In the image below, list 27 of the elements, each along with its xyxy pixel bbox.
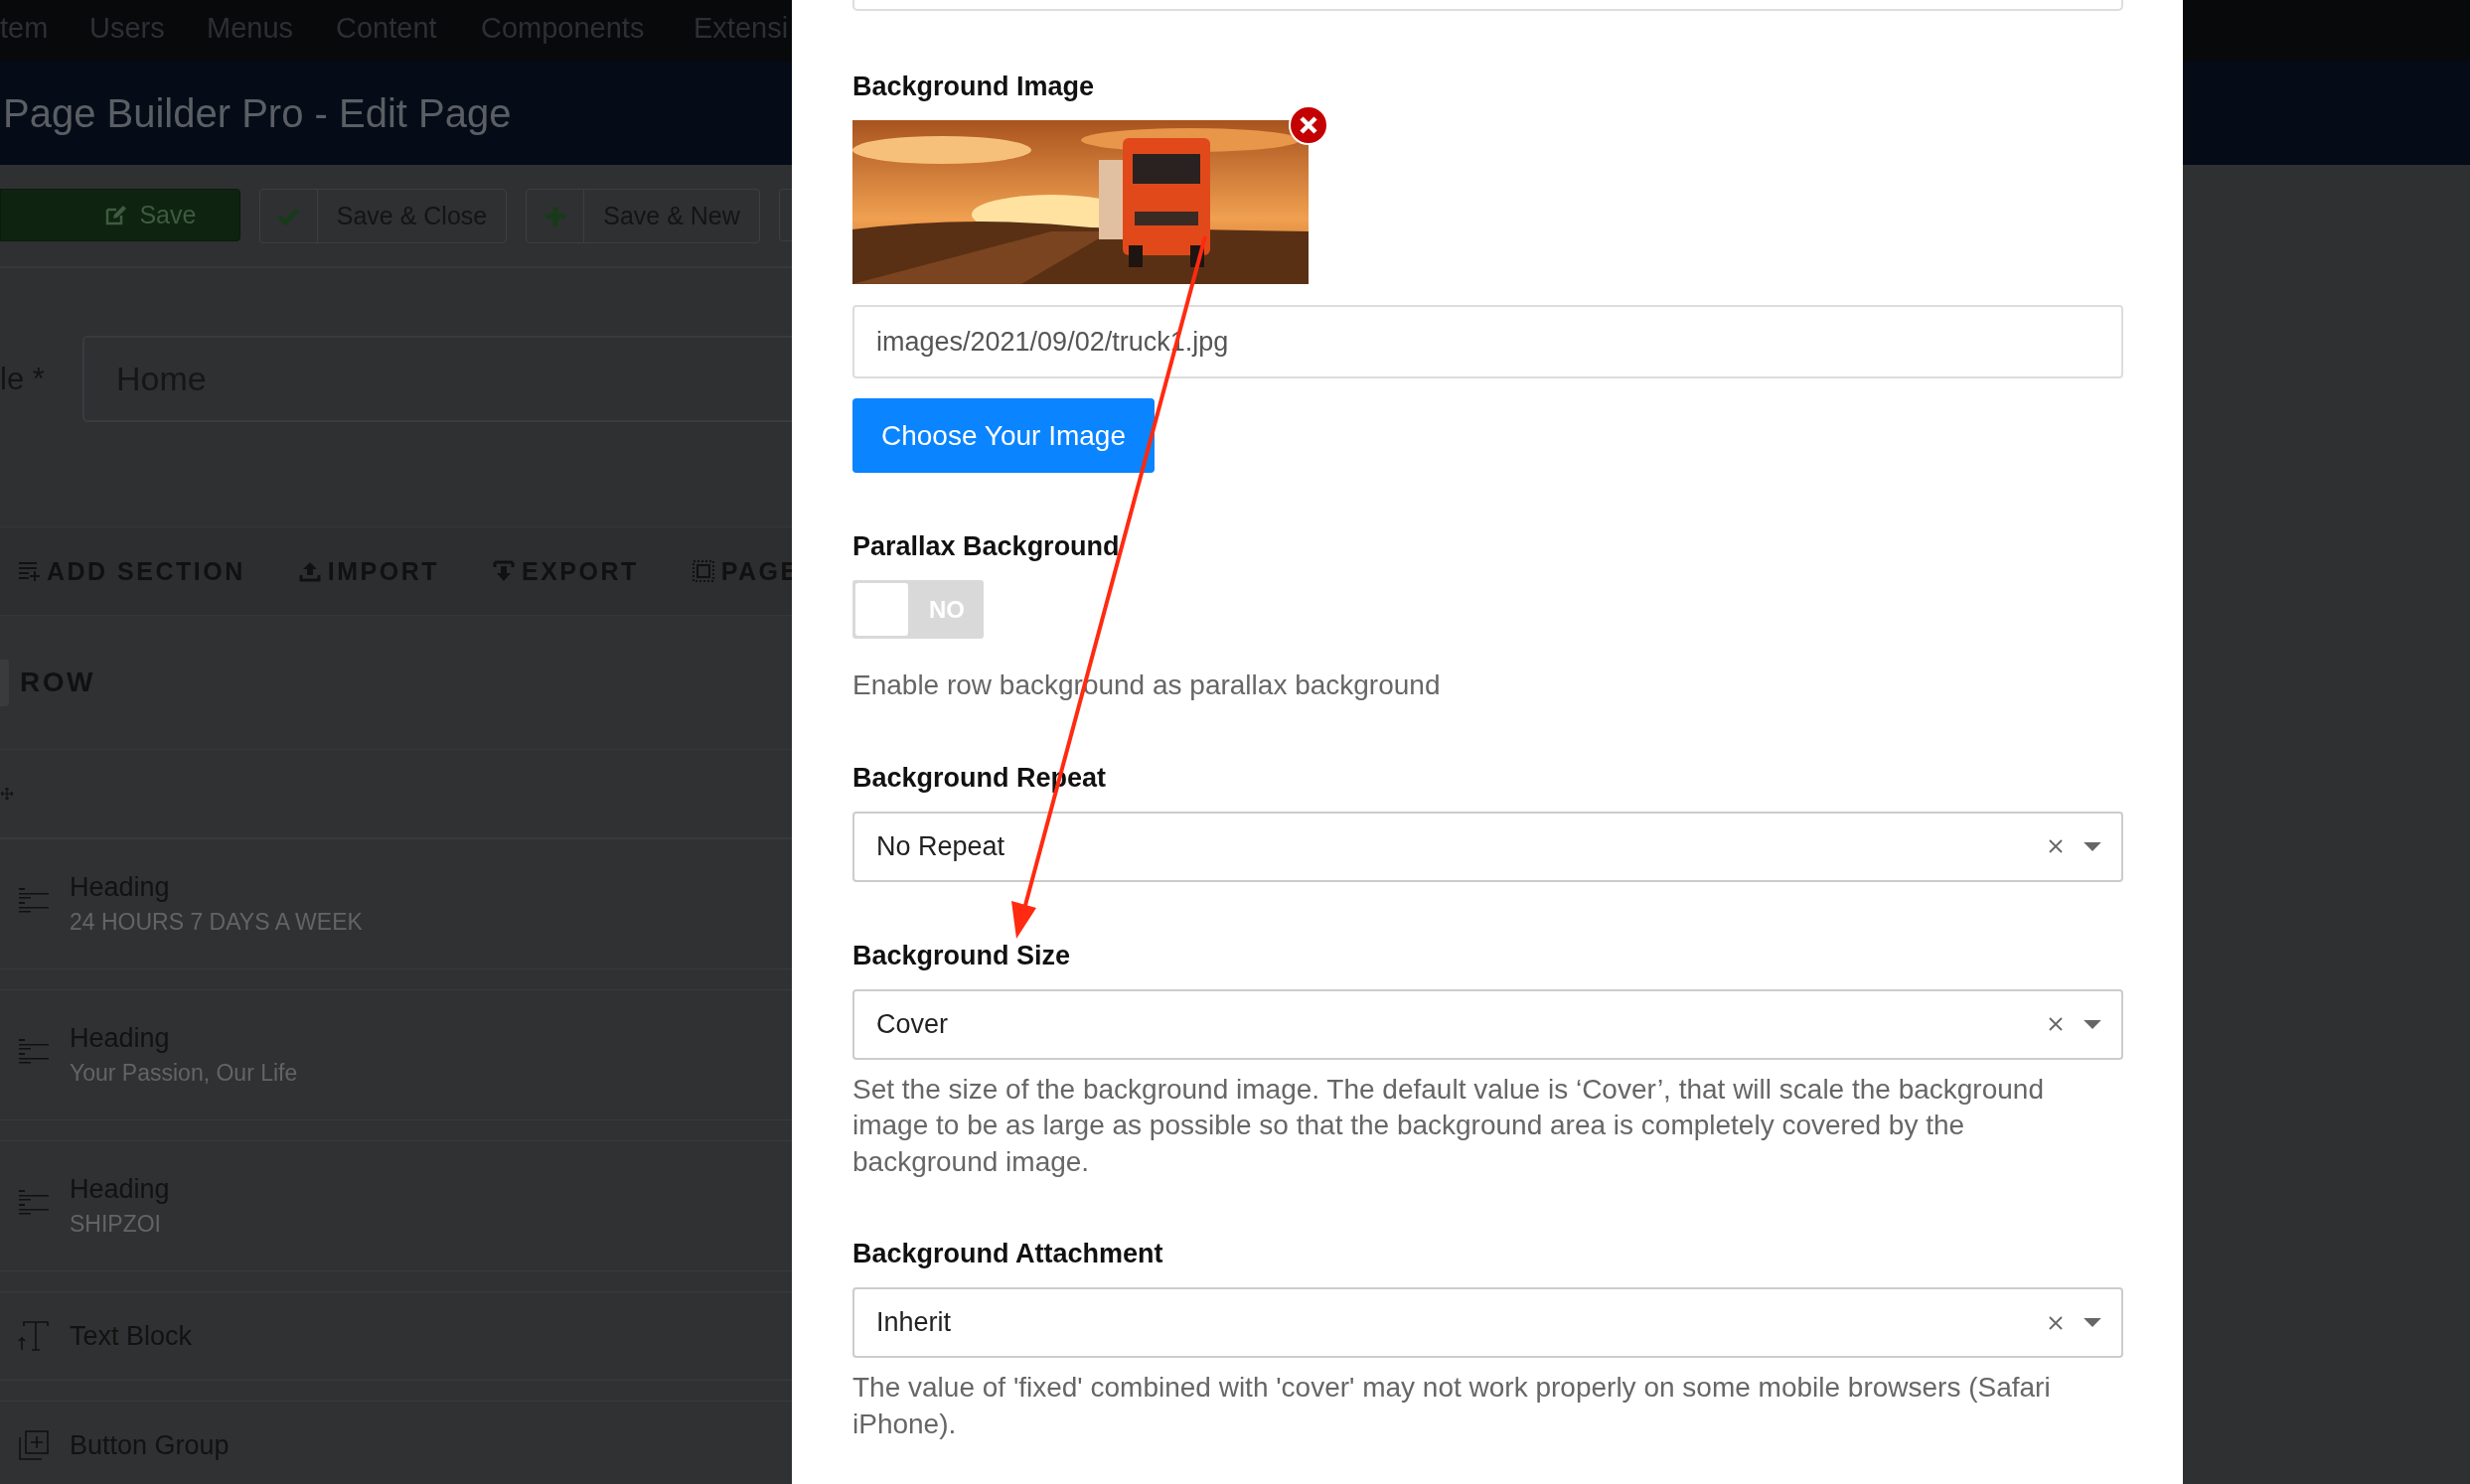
clear-icon[interactable] — [2048, 1314, 2064, 1331]
caret-icon[interactable] — [2084, 1317, 2101, 1328]
download-icon — [491, 559, 516, 583]
field-label: Parallax Background — [852, 530, 1120, 563]
page-title: Page Builder Pro - Edit Page — [3, 90, 512, 136]
upload-icon — [297, 559, 322, 583]
button-group-icon — [18, 1429, 50, 1461]
field-label: Background Size — [852, 939, 1071, 972]
select-field[interactable]: Cover — [852, 988, 2123, 1060]
choose-image-button[interactable]: Choose Your Image — [852, 398, 1155, 473]
caret-icon[interactable] — [2084, 840, 2101, 852]
select-field[interactable]: Inherit — [852, 1287, 2123, 1358]
clear-icon[interactable] — [2048, 1016, 2064, 1032]
page-icon — [691, 559, 715, 583]
text-field[interactable] — [852, 0, 2123, 11]
caret-icon[interactable] — [2084, 1018, 2101, 1030]
edit-icon — [103, 203, 128, 227]
field-label: Background Image — [852, 71, 1095, 103]
clear-icon[interactable] — [2048, 838, 2064, 854]
text-block-icon — [18, 1320, 50, 1352]
add-section-icon — [17, 559, 41, 583]
help-text: Set the size of the background image. The default value is ‘Cover’, that will scale the background image to be as large as possible so that the background area is completely covered by the background image. — [852, 1072, 2045, 1179]
select-field[interactable]: No Repeat — [852, 811, 2123, 882]
plus-icon — [542, 204, 567, 228]
field-label: Background Attachment — [852, 1238, 1163, 1270]
help-text: The value of 'fixed' combined with 'cover' may not work properly on some mobile browsers (Safari iPhone). — [852, 1371, 2052, 1441]
remove-image-icon[interactable] — [1289, 105, 1328, 145]
